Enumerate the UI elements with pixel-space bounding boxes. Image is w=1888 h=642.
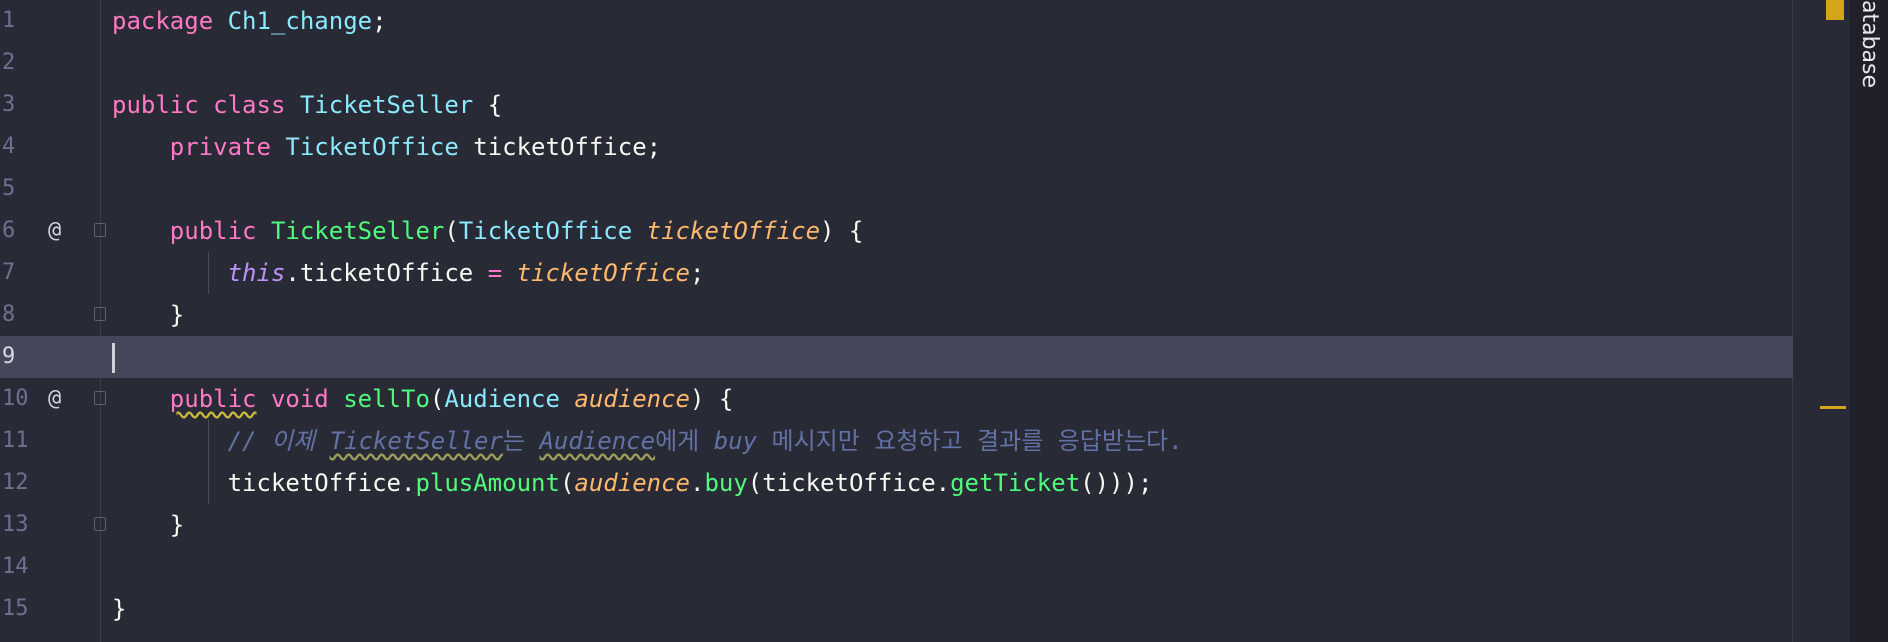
code-text[interactable]: } xyxy=(112,504,184,546)
line-number: 12 xyxy=(2,470,29,495)
line-number: 3 xyxy=(2,92,16,117)
line-number: 1 xyxy=(2,8,16,33)
code-line[interactable]: 3 public class TicketSeller { xyxy=(0,84,1850,126)
code-line[interactable]: 15 } xyxy=(0,588,1850,630)
fold-toggle-icon[interactable] xyxy=(94,223,106,237)
code-line[interactable]: 1 package Ch1_change; xyxy=(0,0,1850,42)
code-text[interactable]: ticketOffice.plusAmount(audience.buy(tic… xyxy=(112,462,1153,504)
line-number: 8 xyxy=(2,302,16,327)
fold-end-icon[interactable] xyxy=(94,307,106,321)
editor-scrollbar[interactable] xyxy=(1793,0,1850,642)
code-line[interactable]: 4 private TicketOffice ticketOffice; xyxy=(0,126,1850,168)
line-number: 2 xyxy=(2,50,16,75)
line-number: 14 xyxy=(2,554,29,579)
code-text[interactable]: private TicketOffice ticketOffice; xyxy=(112,126,661,168)
code-line[interactable]: 14 xyxy=(0,546,1850,588)
line-number: 10 xyxy=(2,386,29,411)
code-text[interactable]: this.ticketOffice = ticketOffice; xyxy=(112,252,705,294)
line-number: 7 xyxy=(2,260,16,285)
override-marker-icon[interactable]: @ xyxy=(48,210,61,252)
code-text[interactable]: package Ch1_change; xyxy=(112,0,387,42)
code-line[interactable]: 12 ticketOffice.plusAmount(audience.buy(… xyxy=(0,462,1850,504)
code-line[interactable]: 13 } xyxy=(0,504,1850,546)
code-line[interactable]: 8 } xyxy=(0,294,1850,336)
code-line[interactable]: 7 this.ticketOffice = ticketOffice; xyxy=(0,252,1850,294)
line-number: 9 xyxy=(2,344,16,369)
line-number: 5 xyxy=(2,176,16,201)
code-comment[interactable]: // 이제 TicketSeller는 Audience에게 buy 메시지만 … xyxy=(112,420,1183,462)
current-code-line[interactable]: 9 xyxy=(0,336,1850,378)
code-text[interactable]: public class TicketSeller { xyxy=(112,84,502,126)
code-text[interactable] xyxy=(112,336,115,378)
code-text[interactable]: } xyxy=(112,588,126,630)
code-editor[interactable]: 1 package Ch1_change; 2 3 public class T… xyxy=(0,0,1850,642)
database-tool-window-tab[interactable]: atabase xyxy=(1853,0,1885,100)
code-text[interactable]: public TicketSeller(TicketOffice ticketO… xyxy=(112,210,864,252)
code-line[interactable]: 5 xyxy=(0,168,1850,210)
code-text[interactable]: public void sellTo(Audience audience) { xyxy=(112,378,734,420)
line-number: 15 xyxy=(2,596,29,621)
line-number: 4 xyxy=(2,134,16,159)
code-line[interactable]: 6 @ public TicketSeller(TicketOffice tic… xyxy=(0,210,1850,252)
inspection-status-icon[interactable] xyxy=(1826,0,1844,20)
line-number: 11 xyxy=(2,428,29,453)
line-number: 6 xyxy=(2,218,16,243)
line-number: 13 xyxy=(2,512,29,537)
code-line[interactable]: 2 xyxy=(0,42,1850,84)
text-caret xyxy=(112,343,115,373)
fold-toggle-icon[interactable] xyxy=(94,391,106,405)
code-line[interactable]: 11 // 이제 TicketSeller는 Audience에게 buy 메시… xyxy=(0,420,1850,462)
override-marker-icon[interactable]: @ xyxy=(48,378,61,420)
code-line[interactable]: 10 @ public void sellTo(Audience audienc… xyxy=(0,378,1850,420)
code-text[interactable]: } xyxy=(112,294,184,336)
warning-stripe-marker[interactable] xyxy=(1820,406,1846,409)
fold-end-icon[interactable] xyxy=(94,517,106,531)
